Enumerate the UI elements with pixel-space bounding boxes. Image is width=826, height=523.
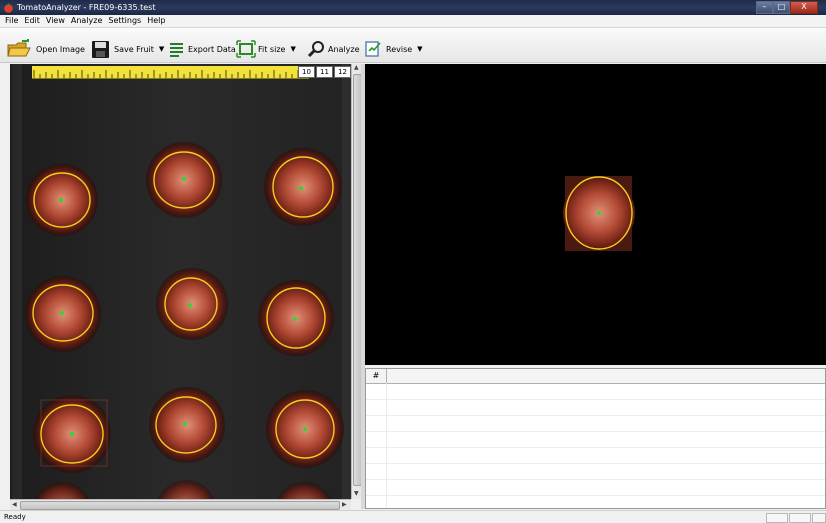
menu-help[interactable]: Help (144, 15, 168, 27)
scroll-left-arrow-icon[interactable]: ◀ (12, 501, 17, 508)
tomato-4[interactable] (25, 276, 101, 352)
revise-dropdown-icon[interactable]: ▼ (417, 45, 422, 53)
tomato-center (188, 303, 192, 307)
horizontal-scrollbar[interactable]: ◀ ▶ (10, 499, 351, 510)
export-data-button[interactable]: Export Data (168, 39, 236, 59)
horizontal-scroll-thumb[interactable] (20, 501, 340, 510)
window-title: TomatoAnalyzer - FRE09-6335.test (17, 3, 156, 12)
scroll-up-arrow-icon[interactable]: ▲ (354, 64, 359, 71)
scroll-right-arrow-icon[interactable]: ▶ (342, 501, 347, 508)
tomato-center (60, 311, 64, 315)
tomato-1[interactable] (26, 164, 98, 236)
open-image-label: Open Image (36, 44, 85, 54)
menu-edit[interactable]: Edit (21, 15, 43, 27)
tomato-7[interactable] (33, 395, 111, 473)
menu-file[interactable]: File (0, 15, 21, 27)
open-folder-icon (7, 39, 31, 57)
tomato-6[interactable] (258, 280, 334, 356)
fit-size-label: Fit size (258, 44, 286, 54)
toolbar: Open Image Save Fruit ▼ Export Data Fit … (0, 28, 826, 63)
menu-bar: File Edit View Analyze Settings Help (0, 15, 826, 28)
status-pane-1 (766, 513, 788, 523)
close-button[interactable]: X (790, 1, 818, 14)
tomato-center (182, 177, 186, 181)
status-pane-3 (812, 513, 826, 523)
fruit-detail-view (365, 64, 826, 365)
partial-tomatoes-bottom (34, 480, 332, 499)
tomato-center (303, 427, 307, 431)
export-data-label: Export Data (188, 44, 236, 54)
tomato-8[interactable] (149, 387, 225, 463)
revise-button[interactable]: Revise ▼ (364, 39, 423, 59)
minimize-button[interactable]: – (756, 1, 773, 14)
menu-settings[interactable]: Settings (105, 15, 144, 27)
tomato-center (299, 186, 303, 190)
tomato-app-icon (4, 3, 13, 13)
revise-label: Revise (386, 44, 413, 54)
status-text: Ready (4, 513, 26, 521)
scan-image-view[interactable]: 10 11 12 (10, 64, 351, 499)
save-fruit-label: Save Fruit (114, 44, 154, 54)
results-grid[interactable]: # (365, 368, 826, 509)
fit-size-button[interactable]: Fit size ▼ (236, 39, 296, 59)
tomato-center (59, 198, 63, 202)
grid-header-index: # (366, 369, 387, 383)
selected-fruit-center (597, 211, 601, 215)
analyze-button[interactable]: Analyze (306, 39, 360, 59)
open-image-button[interactable]: Open Image (6, 39, 85, 59)
menu-view[interactable]: View (43, 15, 68, 27)
menu-analyze[interactable]: Analyze (68, 15, 106, 27)
status-pane-2 (789, 513, 811, 523)
tomato-2[interactable] (146, 142, 222, 218)
save-disk-icon (92, 41, 109, 58)
scroll-down-arrow-icon[interactable]: ▼ (354, 490, 359, 497)
maximize-button[interactable]: □ (773, 1, 790, 14)
fit-size-icon (236, 40, 256, 58)
analyze-label: Analyze (328, 44, 360, 54)
status-bar: Ready (0, 510, 826, 523)
magnifier-icon (307, 41, 324, 58)
fit-size-dropdown-icon[interactable]: ▼ (290, 45, 295, 53)
title-bar: TomatoAnalyzer - FRE09-6335.test – □ X (0, 0, 826, 15)
tomato-center (293, 317, 297, 321)
grid-header: # (366, 369, 825, 384)
export-lines-icon (170, 43, 183, 57)
tomato-5[interactable] (156, 268, 228, 340)
tomato-center (183, 422, 187, 426)
revise-icon (365, 41, 381, 57)
tomato-3[interactable] (264, 148, 342, 226)
selected-fruit-image (563, 176, 635, 251)
save-fruit-button[interactable]: Save Fruit ▼ (90, 39, 164, 59)
tomato-center (70, 432, 74, 436)
tomato-layer (25, 142, 344, 499)
tomato-9[interactable] (266, 390, 344, 468)
save-fruit-dropdown-icon[interactable]: ▼ (159, 45, 164, 53)
